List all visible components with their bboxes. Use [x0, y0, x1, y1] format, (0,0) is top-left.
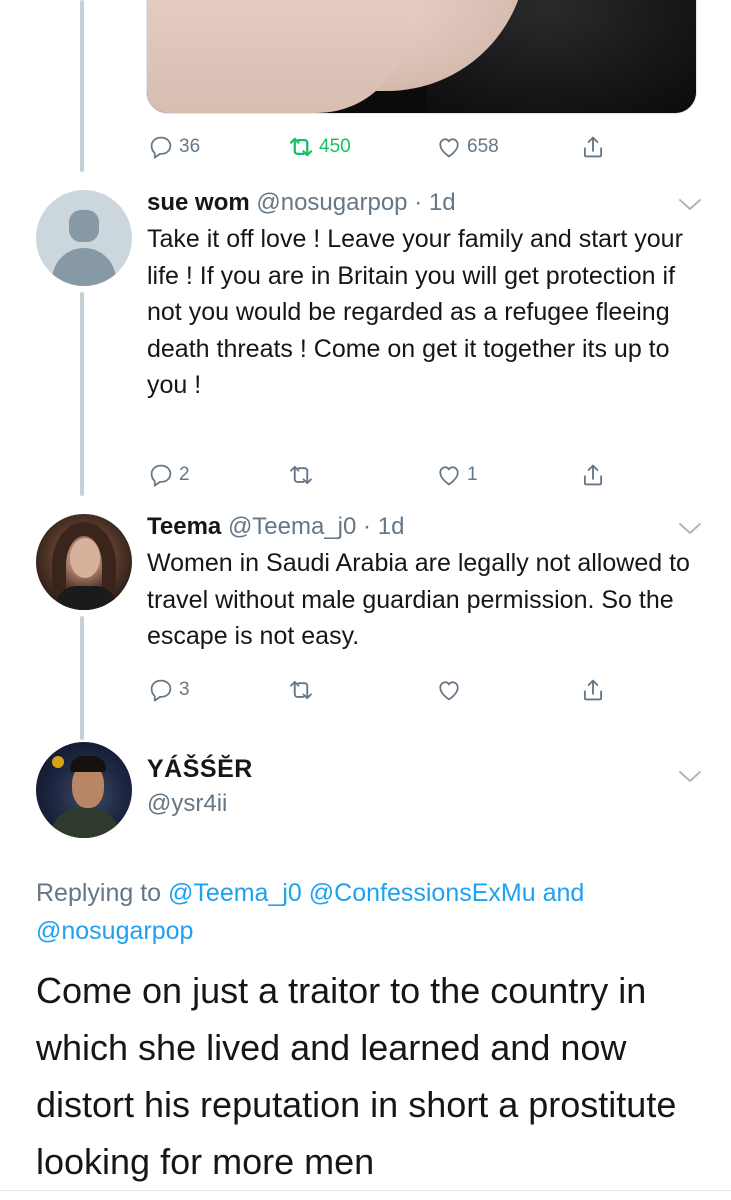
- tweet-text: Take it off love ! Leave your family and…: [147, 225, 683, 399]
- share-button[interactable]: [578, 130, 608, 164]
- focal-tweet-text: Come on just a traitor to the country in…: [36, 970, 677, 1182]
- mention-link[interactable]: @Teema_j0: [168, 879, 302, 907]
- tweet-actions: 3: [146, 673, 626, 707]
- reply-count: 2: [179, 464, 190, 485]
- replying-and[interactable]: and: [543, 879, 585, 907]
- like-button[interactable]: 1: [434, 458, 478, 492]
- retweet-button[interactable]: [286, 673, 319, 707]
- reply-button[interactable]: 2: [146, 458, 190, 492]
- retweet-count: 450: [319, 136, 351, 157]
- tweet-header: Teema @Teema_j0 · 1d: [147, 512, 707, 542]
- tweet-actions: 2 1: [146, 458, 626, 492]
- reply-tweet[interactable]: Teema @Teema_j0 · 1d Women in Saudi Arab…: [147, 512, 707, 655]
- badge-icon: [52, 756, 64, 768]
- heart-icon: [439, 681, 459, 701]
- retweet-button[interactable]: 450: [286, 130, 351, 164]
- share-icon: [583, 679, 603, 701]
- retweet-icon: [289, 137, 313, 157]
- separator: ·: [414, 189, 423, 216]
- share-button[interactable]: [578, 673, 608, 707]
- timestamp[interactable]: 1d: [378, 513, 405, 540]
- retweet-icon: [290, 680, 312, 700]
- replying-to: Replying to @Teema_j0 @ConfessionsExMu a…: [36, 874, 686, 950]
- avatar[interactable]: [36, 190, 132, 286]
- thread-line: [80, 292, 84, 496]
- tweet-header: sue wom @nosugarpop · 1d: [147, 188, 707, 218]
- like-button[interactable]: [434, 673, 467, 707]
- avatar[interactable]: [36, 742, 132, 838]
- heart-icon: [439, 466, 459, 486]
- heart-icon: [439, 138, 459, 158]
- chevron-down-icon[interactable]: [676, 766, 704, 786]
- reply-button[interactable]: 3: [146, 673, 190, 707]
- user-handle[interactable]: @Teema_j0: [228, 513, 356, 540]
- reply-tweet[interactable]: sue wom @nosugarpop · 1d Take it off lov…: [147, 188, 707, 404]
- reply-icon: [150, 464, 172, 487]
- mention-link[interactable]: @ConfessionsExMu: [309, 879, 536, 907]
- display-name[interactable]: sue wom: [147, 189, 250, 216]
- divider: [0, 1190, 731, 1191]
- reply-count: 3: [179, 679, 190, 700]
- reply-icon: [150, 679, 172, 702]
- share-icon: [583, 464, 603, 486]
- retweet-icon: [290, 465, 312, 485]
- display-name[interactable]: Teema: [147, 513, 221, 540]
- reply-count: 36: [179, 136, 201, 157]
- like-count: 658: [467, 136, 499, 157]
- like-count: 1: [467, 464, 478, 485]
- retweet-button[interactable]: [286, 458, 319, 492]
- replying-prefix: Replying to: [36, 879, 162, 907]
- separator: ·: [363, 513, 372, 540]
- like-button[interactable]: 658: [434, 130, 499, 164]
- reply-icon: [150, 136, 172, 159]
- chevron-down-icon[interactable]: [676, 194, 704, 214]
- thread-line: [80, 616, 84, 740]
- thread-line: [80, 0, 84, 172]
- user-handle[interactable]: @nosugarpop: [256, 189, 407, 216]
- share-icon: [583, 136, 603, 158]
- tweet-media-image[interactable]: [146, 0, 697, 114]
- avatar[interactable]: [36, 514, 132, 610]
- timestamp[interactable]: 1d: [429, 189, 456, 216]
- user-handle[interactable]: @ysr4ii: [147, 790, 227, 818]
- share-button[interactable]: [578, 458, 608, 492]
- mention-link[interactable]: @nosugarpop: [36, 917, 193, 945]
- tweet-text: Women in Saudi Arabia are legally not al…: [147, 549, 690, 650]
- chevron-down-icon[interactable]: [676, 518, 704, 538]
- reply-button[interactable]: 36: [146, 130, 200, 164]
- display-name[interactable]: YÁŠŚĔR: [147, 755, 253, 784]
- tweet-actions: 36 450 658: [146, 130, 626, 164]
